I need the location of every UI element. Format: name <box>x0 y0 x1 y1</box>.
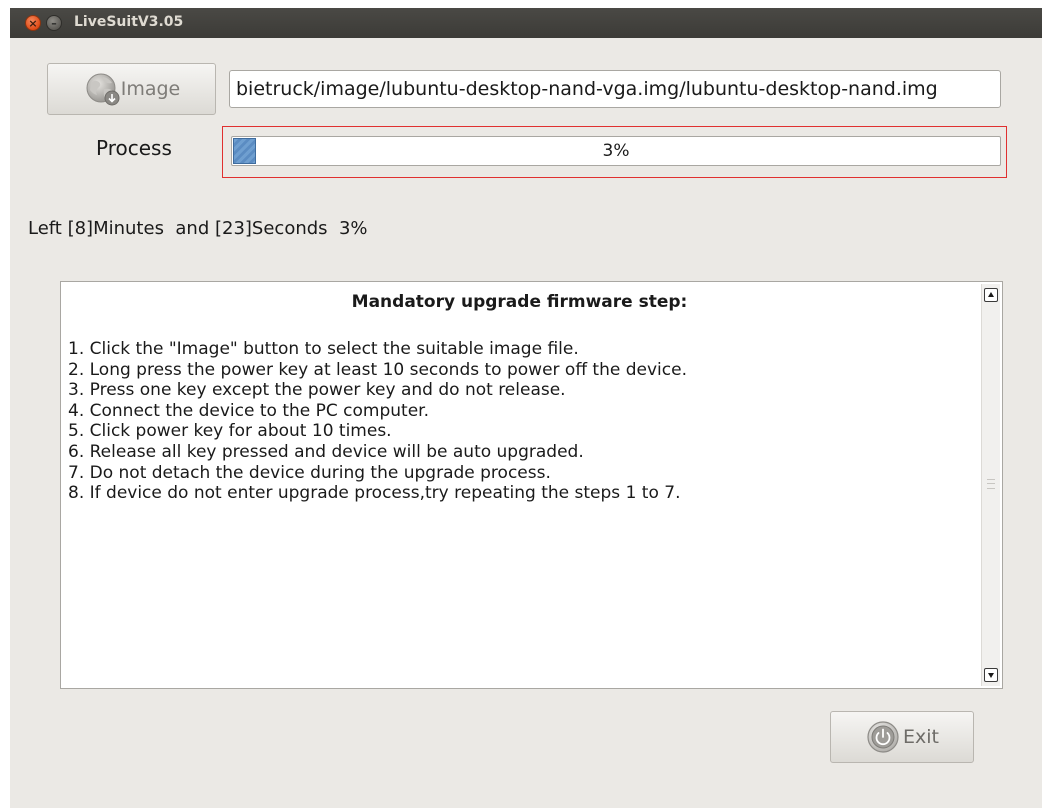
image-button[interactable]: Image <box>47 63 216 115</box>
scroll-down-arrow-icon[interactable] <box>984 668 998 682</box>
instruction-step: 8. If device do not enter upgrade proces… <box>68 483 681 504</box>
instructions-scrollbar[interactable] <box>981 284 1000 686</box>
minimize-window-button[interactable]: – <box>46 15 62 31</box>
scroll-grip-icon[interactable] <box>987 479 995 489</box>
minimize-icon: – <box>51 16 57 30</box>
instructions-list: 1. Click the "Image" button to select th… <box>68 339 687 504</box>
process-label: Process <box>96 136 172 160</box>
instruction-step: 1. Click the "Image" button to select th… <box>68 339 579 359</box>
scroll-up-arrow-icon[interactable] <box>984 288 998 302</box>
instruction-step: 6. Release all key pressed and device wi… <box>68 441 584 462</box>
title-bar[interactable]: × – LiveSuitV3.05 <box>10 8 1042 38</box>
progress-percent-text: 3% <box>602 141 630 161</box>
power-icon <box>867 721 899 753</box>
instructions-panel[interactable]: Mandatory upgrade firmware step: 1. Clic… <box>60 281 1003 689</box>
instruction-step: 4. Connect the device to the PC computer… <box>68 400 429 421</box>
close-window-button[interactable]: × <box>25 15 41 31</box>
window-title: LiveSuitV3.05 <box>74 14 184 30</box>
instruction-step: 7. Do not detach the device during the u… <box>68 462 551 483</box>
close-icon: × <box>28 16 38 30</box>
livesuit-window: × – LiveSuitV3.05 Image bietruck/image/l… <box>10 8 1042 808</box>
instruction-step: 3. Press one key except the power key an… <box>68 380 566 401</box>
instructions-heading: Mandatory upgrade firmware step: <box>351 292 688 312</box>
instruction-step: 5. Click power key for about 10 times. <box>68 421 392 442</box>
globe-icon <box>86 73 120 106</box>
exit-button-label: Exit <box>903 726 939 748</box>
image-button-label: Image <box>120 78 181 100</box>
instruction-step: 2. Long press the power key at least 10 … <box>68 359 687 380</box>
image-path-field[interactable]: bietruck/image/lubuntu-desktop-nand-vga.… <box>229 70 1001 108</box>
process-progress-bar: 3% <box>231 136 1001 166</box>
time-remaining-status: Left [8]Minutes and [23]Seconds 3% <box>28 218 368 239</box>
exit-button[interactable]: Exit <box>830 711 974 763</box>
